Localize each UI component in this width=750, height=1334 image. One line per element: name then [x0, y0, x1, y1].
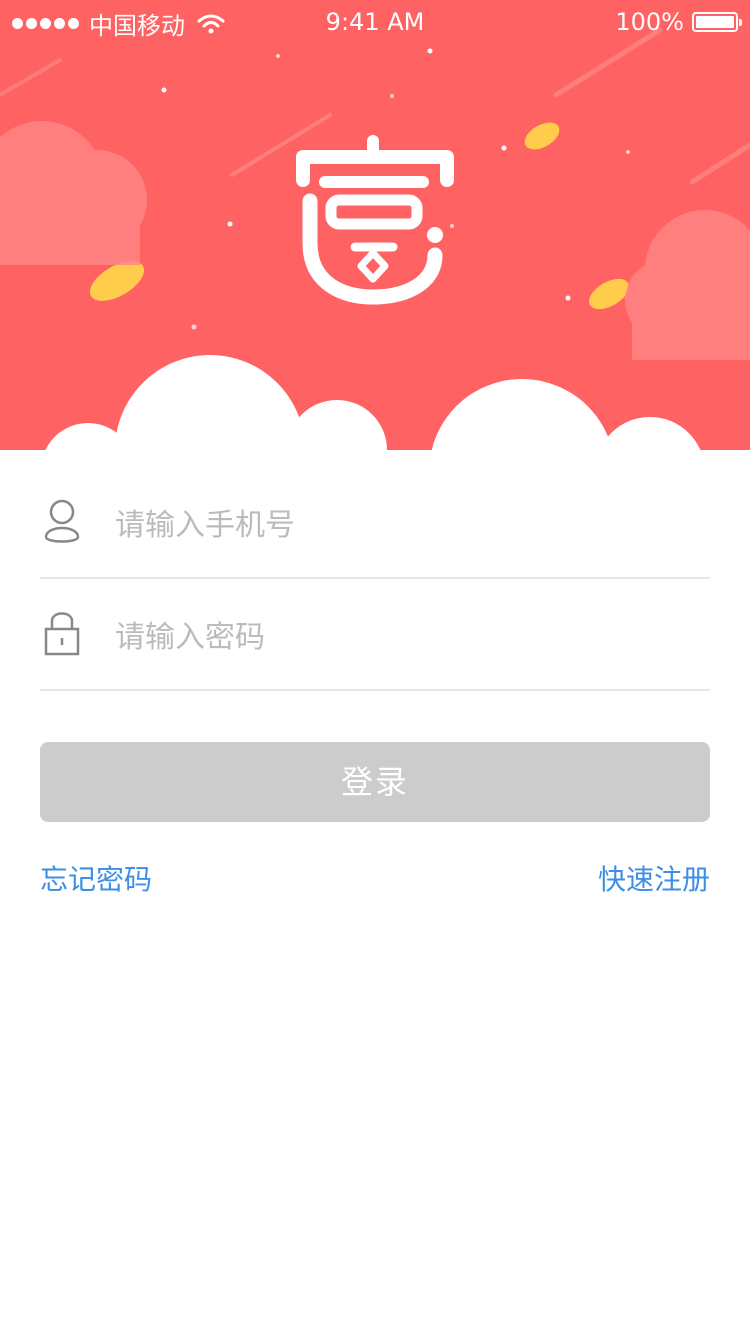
phone-row — [40, 467, 710, 579]
login-button[interactable]: 登录 — [40, 742, 710, 822]
battery-icon — [692, 12, 742, 32]
hero-banner: 中国移动 9:41 AM 100% — [0, 0, 750, 450]
quick-register-link[interactable]: 快速注册 — [598, 858, 710, 898]
user-icon — [44, 499, 80, 543]
yi-piggy-logo-icon — [296, 135, 454, 305]
password-input[interactable] — [115, 609, 695, 665]
password-row — [40, 579, 710, 691]
forgot-password-link[interactable]: 忘记密码 — [40, 858, 152, 898]
battery-percent: 100% — [615, 8, 684, 36]
status-bar: 中国移动 9:41 AM 100% — [0, 0, 750, 42]
phone-input[interactable] — [115, 497, 695, 553]
lock-icon — [44, 612, 80, 656]
